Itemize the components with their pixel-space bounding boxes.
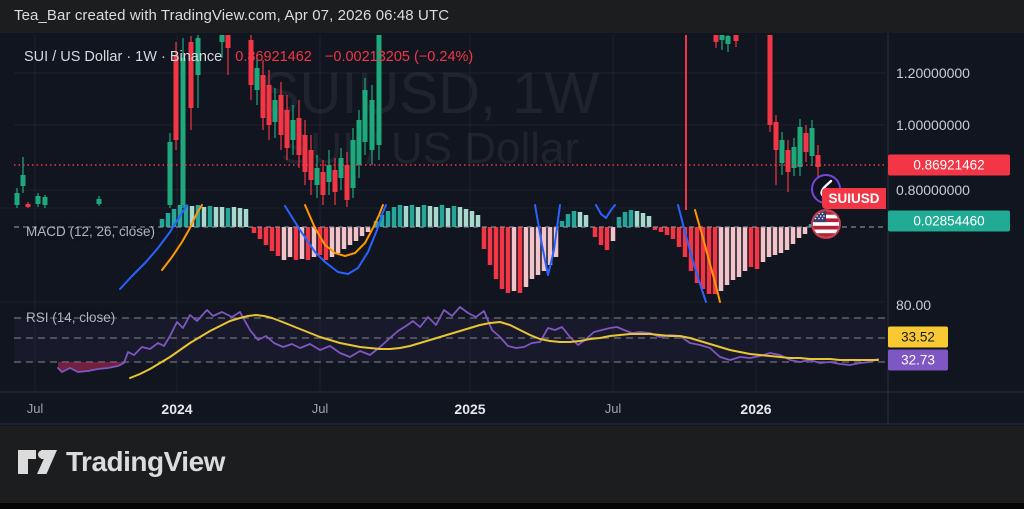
time-label: Jul <box>312 401 329 416</box>
rsi-pane-label[interactable]: RSI (14, close) <box>26 310 115 325</box>
price-badge: 32.73 <box>888 350 948 371</box>
time-axis[interactable]: Jul 2024 Jul 2025 Jul 2026 <box>0 392 886 426</box>
price-badge: 0.02854460 <box>888 211 1010 232</box>
time-label: 2025 <box>454 401 485 417</box>
price-label: 80.00 <box>896 297 931 313</box>
symbol-title: SUI / US Dollar · 1W · Binance <box>24 49 222 65</box>
time-label: 2026 <box>740 401 771 417</box>
time-label: Jul <box>605 401 622 416</box>
tradingview-brand-text[interactable]: TradingView <box>66 446 225 478</box>
price-badge: 33.52 <box>888 327 948 348</box>
chart-area[interactable]: SUIUSD, 1W SUI / US Dollar SUI / US Doll… <box>0 33 1024 426</box>
time-label: Jul <box>27 401 44 416</box>
time-label: 2024 <box>161 401 192 417</box>
tradingview-logo-icon[interactable] <box>16 447 58 477</box>
us-flag-icon <box>811 209 841 239</box>
symbol-badge-text: SUIUSD <box>828 191 879 206</box>
price-scale[interactable]: 1.20000000 1.00000000 0.80000000 80.00 0.869… <box>888 33 1024 426</box>
attribution-bar: Tea_Bar created with TradingView.com, Ap… <box>0 0 1024 33</box>
symbol-price: 0.86921462 <box>235 49 312 65</box>
macd-line <box>596 205 615 218</box>
tradingview-snapshot: Tea_Bar created with TradingView.com, Ap… <box>0 0 1024 509</box>
price-label: 1.20000000 <box>896 65 970 81</box>
price-label: 0.80000000 <box>896 182 970 198</box>
symbol-price-flag: SUIUSD <box>822 188 886 209</box>
symbol-change: −0.00213205 (−0.24%) <box>325 49 473 65</box>
bottom-edge <box>0 503 1024 509</box>
symbol-legend[interactable]: SUI / US Dollar · 1W · Binance 0.8692146… <box>24 49 473 65</box>
price-label: 1.00000000 <box>896 117 970 133</box>
attribution-text: Tea_Bar created with TradingView.com, Ap… <box>14 7 449 24</box>
macd-pane-label[interactable]: MACD (12, 26, close) <box>26 224 155 239</box>
price-badge: 0.86921462 <box>888 155 1010 176</box>
footer-bar: TradingView <box>0 426 1024 503</box>
macd-histogram <box>160 205 831 294</box>
